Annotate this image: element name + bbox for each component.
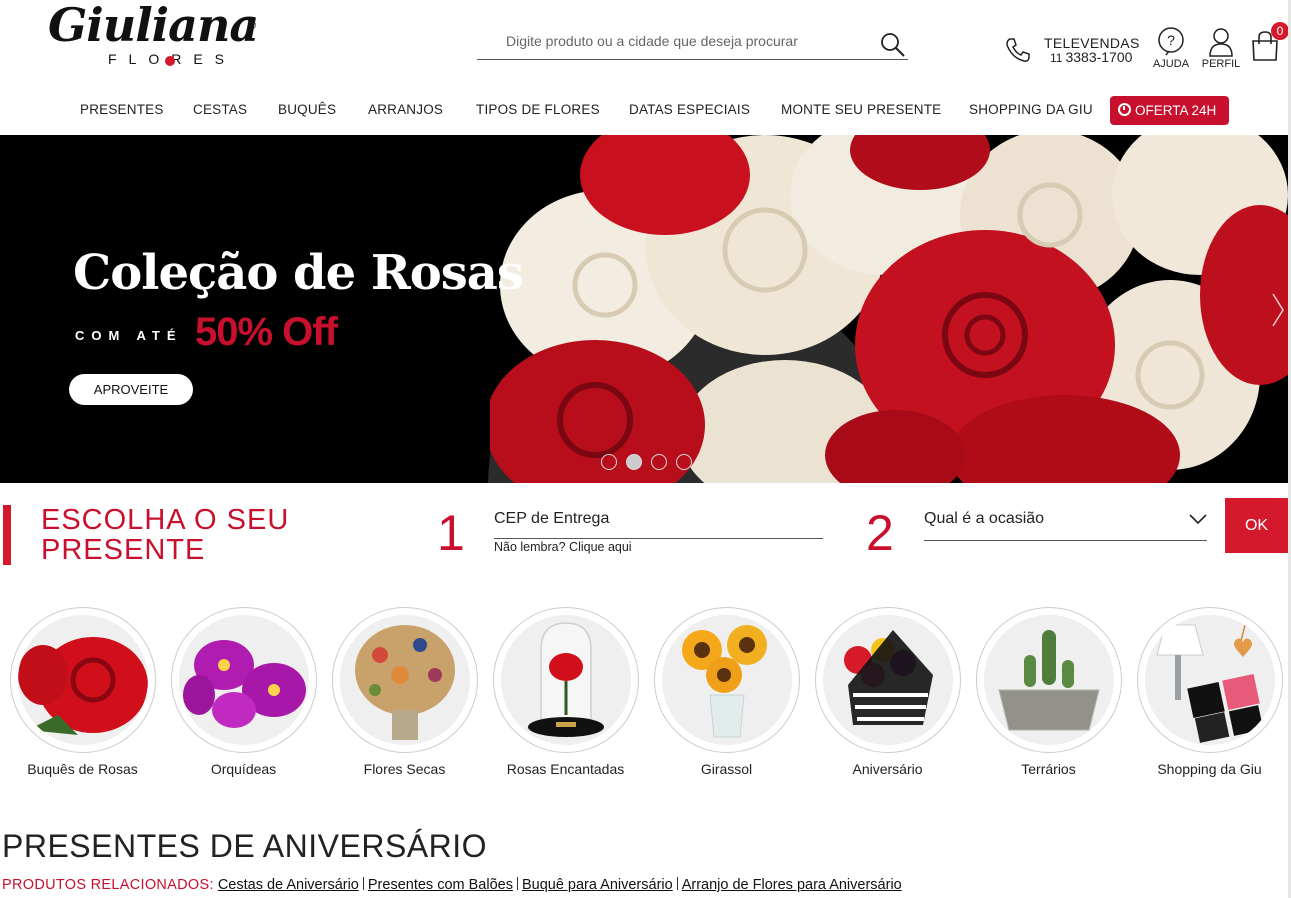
red-rose-image — [17, 615, 148, 745]
phone-icon[interactable] — [1004, 36, 1032, 64]
televendas-ddd: 11 — [1050, 51, 1063, 65]
terrarium-image — [983, 615, 1114, 745]
related-link-arranjo[interactable]: Arranjo de Flores para Aniversário — [682, 877, 902, 893]
category-label: Buquês de Rosas — [27, 761, 138, 777]
category-terrarios[interactable]: Terrários — [968, 607, 1129, 777]
logo-registered-mark: ® — [248, 20, 257, 32]
site-header: Giuliana ® FLORES TELEVENDAS 113383-1700… — [0, 0, 1291, 135]
televendas-number[interactable]: 11 3383-1700 — [1050, 49, 1132, 65]
nav-item-buques[interactable]: BUQUÊS — [278, 102, 336, 117]
logo-red-dot — [165, 56, 175, 66]
link-separator — [516, 877, 518, 890]
category-label: Orquídeas — [210, 761, 277, 777]
category-label: Girassol — [700, 761, 753, 777]
section-title: PRESENTES DE ANIVERSÁRIO — [2, 828, 488, 864]
chevron-right-icon[interactable] — [1270, 290, 1286, 330]
user-icon — [1209, 28, 1233, 57]
nav-item-shopping-da-giu[interactable]: SHOPPING DA GIU — [969, 102, 1093, 117]
main-nav: PRESENTES CESTAS BUQUÊS ARRANJOS TIPOS D… — [0, 94, 1291, 126]
offer-label: OFERTA 24H — [1135, 103, 1217, 118]
nav-item-arranjos[interactable]: ARRANJOS — [368, 102, 443, 117]
orchid-image — [178, 615, 309, 745]
nav-item-datas-especiais[interactable]: DATAS ESPECIAIS — [629, 102, 750, 117]
related-link-buque[interactable]: Buquê para Aniversário — [522, 877, 673, 893]
nav-item-presentes[interactable]: PRESENTES — [80, 102, 164, 117]
category-buques-de-rosas[interactable]: Buquês de Rosas — [2, 607, 163, 777]
link-separator — [362, 877, 364, 890]
nav-item-monte-seu-presente[interactable]: MONTE SEU PRESENTE — [781, 102, 941, 117]
svg-text:?: ? — [1167, 32, 1175, 48]
escolha-title: ESCOLHA O SEU PRESENTE — [41, 504, 290, 566]
category-ring — [653, 607, 800, 753]
carousel-dot-4[interactable] — [676, 454, 692, 470]
category-label: Flores Secas — [363, 761, 446, 777]
category-girassol[interactable]: Girassol — [646, 607, 807, 777]
birthday-box-image — [822, 615, 953, 745]
related-products: PRODUTOS RELACIONADOS: Cestas de Anivers… — [2, 877, 902, 893]
ok-button[interactable]: OK — [1225, 498, 1288, 553]
televendas-phone: 3383-1700 — [1065, 49, 1133, 65]
dried-flowers-image — [339, 615, 470, 745]
category-ring — [814, 607, 961, 753]
roses-image — [490, 135, 1288, 483]
profile-label: PERFIL — [1201, 58, 1241, 70]
profile-button[interactable]: PERFIL — [1199, 27, 1243, 71]
carousel-dot-3[interactable] — [651, 454, 667, 470]
sunflower-image — [661, 615, 792, 745]
related-link-baloes[interactable]: Presentes com Balões — [368, 877, 513, 893]
cart-count-badge[interactable]: 0 — [1271, 22, 1289, 40]
category-ring — [170, 607, 317, 753]
carousel-dot-2[interactable] — [626, 454, 642, 470]
category-aniversario[interactable]: Aniversário — [807, 607, 968, 777]
occasion-select[interactable]: Qual é a ocasião — [924, 507, 1207, 541]
search-input[interactable] — [477, 26, 872, 56]
category-ring — [9, 607, 156, 753]
help-label: AJUDA — [1152, 58, 1190, 70]
enchanted-rose-image — [500, 615, 631, 745]
nav-item-tipos-de-flores[interactable]: TIPOS DE FLORES — [476, 102, 600, 117]
related-link-cestas[interactable]: Cestas de Aniversário — [218, 877, 359, 893]
logo-script-text: Giuliana — [48, 0, 259, 52]
carousel-dot-1[interactable] — [601, 454, 617, 470]
offer-24h-button[interactable]: OFERTA 24H — [1110, 96, 1229, 125]
category-label: Terrários — [1021, 761, 1076, 777]
gifts-collage-image — [1144, 615, 1275, 745]
occasion-select-label: Qual é a ocasião — [924, 510, 1045, 527]
chevron-down-icon — [1189, 514, 1207, 525]
category-shopping-da-giu[interactable]: Shopping da Giu — [1129, 607, 1290, 777]
step-2-number: 2 — [866, 505, 894, 561]
cep-help-link[interactable]: Não lembra? Clique aqui — [494, 540, 632, 554]
cep-field[interactable]: CEP de Entrega — [494, 507, 823, 539]
category-orquideas[interactable]: Orquídeas — [163, 607, 324, 777]
category-ring — [331, 607, 478, 753]
category-label: Aniversário — [852, 761, 923, 777]
nav-item-cestas[interactable]: CESTAS — [193, 102, 247, 117]
category-ring — [1136, 607, 1283, 753]
category-rosas-encantadas[interactable]: Rosas Encantadas — [485, 607, 646, 777]
carousel-dots — [601, 454, 701, 470]
banner-discount: 50% Off — [195, 310, 338, 354]
search-bar — [477, 26, 908, 60]
hero-banner[interactable]: Coleção de Rosas COM ATÉ 50% Off APROVEI… — [0, 135, 1288, 483]
banner-title: Coleção de Rosas — [73, 245, 524, 301]
category-ring — [492, 607, 639, 753]
help-button[interactable]: ? AJUDA — [1150, 27, 1192, 71]
category-label: Shopping da Giu — [1157, 761, 1262, 777]
aproveite-button[interactable]: APROVEITE — [69, 374, 193, 405]
related-label: PRODUTOS RELACIONADOS: — [2, 877, 214, 893]
help-icon: ? — [1158, 27, 1184, 56]
step-1-number: 1 — [437, 505, 465, 561]
category-flores-secas[interactable]: Flores Secas — [324, 607, 485, 777]
banner-subtitle: COM ATÉ — [75, 328, 183, 343]
link-separator — [676, 877, 678, 890]
clock-icon — [1118, 103, 1131, 116]
section-accent-bar — [3, 505, 11, 565]
search-icon[interactable] — [880, 32, 906, 58]
category-ring — [975, 607, 1122, 753]
giuliana-flores-logo[interactable]: Giuliana ® FLORES — [48, 0, 263, 72]
category-label: Rosas Encantadas — [506, 761, 625, 777]
